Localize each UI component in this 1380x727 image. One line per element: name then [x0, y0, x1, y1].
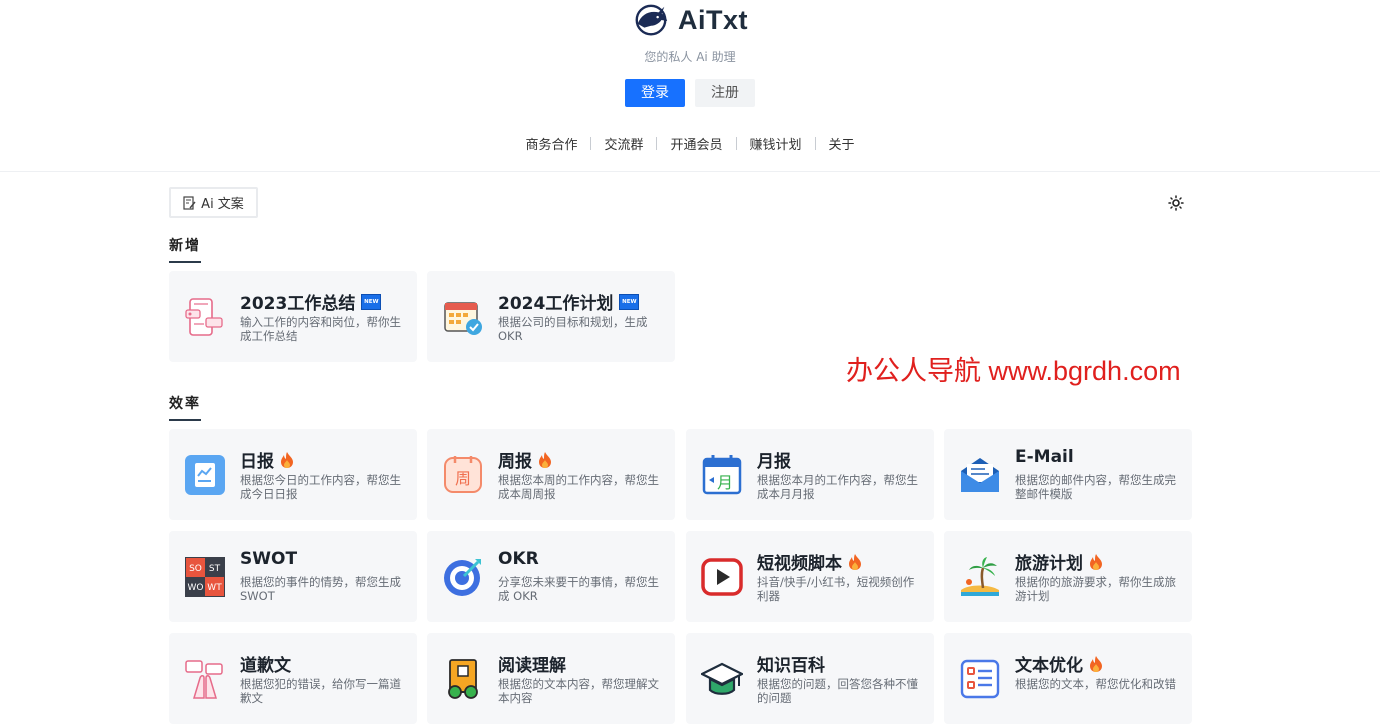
daily-report-icon: [185, 455, 225, 495]
card-desc: 输入工作的内容和岗位，帮你生成工作总结: [240, 315, 401, 343]
rhino-logo-icon: [635, 4, 668, 36]
watermark-text: 办公人导航 www.bgrdh.com: [846, 356, 1181, 386]
card-swot[interactable]: SO ST WO WT SWOT 根据您的事件的情势，帮您生成 SWOT: [169, 531, 417, 622]
card-daily-report[interactable]: 日报 根据您今日的工作内容，帮您生成今日日报: [169, 429, 417, 520]
fire-icon: [1090, 553, 1102, 570]
calendar-check-icon: [444, 302, 482, 335]
card-2024-plan[interactable]: 2024工作计划 NEW 根据公司的目标和规划，生成OKR: [427, 271, 675, 362]
card-reading[interactable]: 阅读理解 根据您的文本内容，帮您理解文本内容: [427, 633, 675, 724]
card-title: 2023工作总结 NEW: [240, 289, 382, 314]
card-2023-summary[interactable]: 2023工作总结 NEW 输入工作的内容和岗位，帮你生成工作总结: [169, 271, 417, 362]
card-desc: 根据公司的目标和规划，生成OKR: [498, 315, 648, 343]
nav-earn[interactable]: 赚钱计划: [737, 134, 815, 153]
fire-icon: [539, 451, 551, 468]
top-nav: 商务合作 交流群 开通会员 赚钱计划 关于: [0, 134, 1380, 153]
card-title: 日报: [240, 447, 294, 472]
nav-membership[interactable]: 开通会员: [657, 134, 735, 153]
card-title: SWOT: [240, 549, 298, 569]
brand-name: AiTxt: [678, 4, 748, 35]
section-title-efficiency: 效率: [169, 393, 201, 421]
card-okr[interactable]: OKR 分享您未来要干的事情，帮您生成 OKR: [427, 531, 675, 622]
weekly-calendar-icon: 周: [444, 456, 482, 493]
video-play-icon: [701, 558, 743, 596]
card-apology[interactable]: 道歉文 根据您犯的错误，给你写一篇道歉文: [169, 633, 417, 724]
card-short-video-script[interactable]: 短视频脚本 抖音/快手/小红书，短视频创作利器: [686, 531, 934, 622]
brand-subtitle: 您的私人 Ai 助理: [644, 50, 736, 64]
card-desc: 根据您的邮件内容，帮您生成完整邮件模版: [1015, 473, 1176, 501]
card-title: E-Mail: [1015, 447, 1074, 467]
card-knowledge[interactable]: 知识百科 根据您的问题，回答您各种不懂的问题: [686, 633, 934, 724]
email-icon: [961, 458, 999, 492]
auth-buttons: 登录 注册: [0, 79, 1380, 107]
site-header: AiTxt 您的私人 Ai 助理 登录 注册 商务合作 交流群 开通会员 赚钱计…: [0, 0, 1380, 172]
fire-icon: [1090, 655, 1102, 672]
card-desc: 根据您的文本内容，帮您理解文本内容: [498, 677, 659, 705]
text-list-icon: [960, 659, 1000, 699]
card-title: OKR: [498, 549, 539, 569]
card-title: 道歉文: [240, 656, 291, 676]
card-weekly-report[interactable]: 周 周报 根据您本周的工作内容，帮您生成本周周报: [427, 429, 675, 520]
card-text-optimize[interactable]: 文本优化 根据您的文本，帮您优化和改错: [944, 633, 1192, 724]
new-badge: NEW: [361, 293, 382, 310]
card-desc: 根据您的文本，帮您优化和改错: [1015, 677, 1176, 691]
card-desc: 根据您犯的错误，给你写一篇道歉文: [240, 677, 401, 705]
edit-doc-icon: [183, 195, 196, 210]
card-desc: 根据您本周的工作内容，帮您生成本周周报: [498, 473, 659, 501]
nav-business[interactable]: 商务合作: [512, 134, 590, 153]
apology-hands-icon: [185, 660, 223, 699]
svg-text:ST: ST: [209, 564, 221, 574]
svg-text:WO: WO: [188, 583, 204, 593]
card-email[interactable]: E-Mail 根据您的邮件内容，帮您生成完整邮件模版: [944, 429, 1192, 520]
card-title: 知识百科: [757, 656, 825, 676]
svg-text:周: 周: [455, 469, 471, 488]
card-title: 短视频脚本: [757, 549, 862, 574]
card-title: 文本优化: [1015, 651, 1103, 676]
category-tag-ai-copy[interactable]: Ai 文案: [169, 187, 258, 218]
svg-text:月: 月: [717, 473, 733, 492]
card-desc: 抖音/快手/小红书，短视频创作利器: [757, 575, 915, 603]
graduation-cap-icon: [701, 662, 743, 695]
svg-text:WT: WT: [207, 583, 222, 593]
card-title: 周报: [498, 447, 552, 472]
card-travel-plan[interactable]: 旅游计划 根据你的旅游要求，帮你生成旅游计划: [944, 531, 1192, 622]
monthly-calendar-icon: 月: [702, 455, 742, 495]
card-desc: 分享您未来要干的事情，帮您生成 OKR: [498, 575, 659, 603]
register-button[interactable]: 注册: [695, 79, 755, 107]
card-title: 月报: [757, 452, 791, 472]
clipboard-phone-icon: [185, 298, 223, 336]
nav-group[interactable]: 交流群: [591, 134, 656, 153]
fire-icon: [281, 451, 293, 468]
nav-about[interactable]: 关于: [816, 134, 868, 153]
theme-toggle-sun-icon[interactable]: [1168, 195, 1184, 211]
login-button[interactable]: 登录: [625, 79, 685, 107]
card-desc: 根据你的旅游要求，帮你生成旅游计划: [1015, 575, 1176, 603]
fire-icon: [849, 553, 861, 570]
category-tag-label: Ai 文案: [201, 197, 244, 212]
section-title-new: 新增: [169, 235, 201, 263]
reading-book-icon: [448, 659, 478, 699]
card-monthly-report[interactable]: 月 月报 根据您本月的工作内容，帮您生成本月月报: [686, 429, 934, 520]
card-title: 旅游计划: [1015, 549, 1103, 574]
card-desc: 根据您的问题，回答您各种不懂的问题: [757, 677, 918, 705]
card-title: 2024工作计划 NEW: [498, 289, 640, 314]
new-badge: NEW: [619, 293, 640, 310]
brand[interactable]: AiTxt: [0, 2, 1380, 38]
card-desc: 根据您本月的工作内容，帮您生成本月月报: [757, 473, 918, 501]
palm-island-icon: [961, 557, 999, 596]
card-title: 阅读理解: [498, 656, 566, 676]
target-icon: [444, 559, 481, 596]
svg-text:SO: SO: [189, 564, 202, 574]
card-desc: 根据您的事件的情势，帮您生成 SWOT: [240, 575, 401, 603]
card-desc: 根据您今日的工作内容，帮您生成今日日报: [240, 473, 401, 501]
swot-icon: SO ST WO WT: [185, 557, 225, 597]
